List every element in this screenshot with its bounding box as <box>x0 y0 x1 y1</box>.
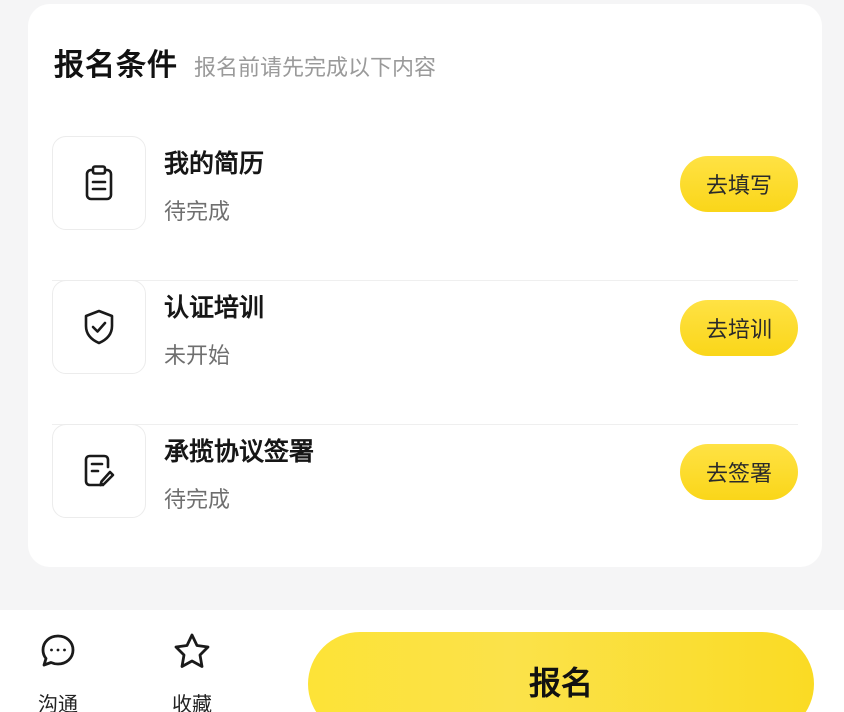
chat-action[interactable]: 沟通 <box>18 632 98 712</box>
training-status: 未开始 <box>164 344 231 369</box>
star-icon <box>172 632 212 674</box>
card-subtitle: 报名前请先完成以下内容 <box>194 56 437 81</box>
chat-bubble-icon <box>39 632 77 674</box>
favorite-label: 收藏 <box>172 692 212 712</box>
agreement-status: 待完成 <box>164 488 231 513</box>
agreement-item: 承揽协议签署 待完成 去签署 <box>52 424 798 569</box>
document-edit-icon <box>52 424 146 518</box>
training-title: 认证培训 <box>164 293 265 322</box>
signup-conditions-card: 报名条件 报名前请先完成以下内容 我的简历 待完成 去填写 认证培训 未开始 去… <box>28 4 822 567</box>
favorite-action[interactable]: 收藏 <box>152 632 232 712</box>
agreement-title: 承揽协议签署 <box>164 437 315 466</box>
go-sign-button[interactable]: 去签署 <box>680 444 798 500</box>
go-training-button[interactable]: 去培训 <box>680 300 798 356</box>
signup-button[interactable]: 报名 <box>308 632 814 712</box>
clipboard-icon <box>52 136 146 230</box>
bottom-action-bar: 沟通 收藏 报名 <box>0 610 844 712</box>
resume-status: 待完成 <box>164 200 231 225</box>
card-header: 报名条件 报名前请先完成以下内容 <box>54 40 436 84</box>
training-item: 认证培训 未开始 去培训 <box>52 280 798 425</box>
chat-label: 沟通 <box>38 692 78 712</box>
fill-resume-button[interactable]: 去填写 <box>680 156 798 212</box>
card-title: 报名条件 <box>54 48 178 83</box>
resume-title: 我的简历 <box>164 149 265 178</box>
shield-check-icon <box>52 280 146 374</box>
resume-item: 我的简历 待完成 去填写 <box>52 136 798 281</box>
